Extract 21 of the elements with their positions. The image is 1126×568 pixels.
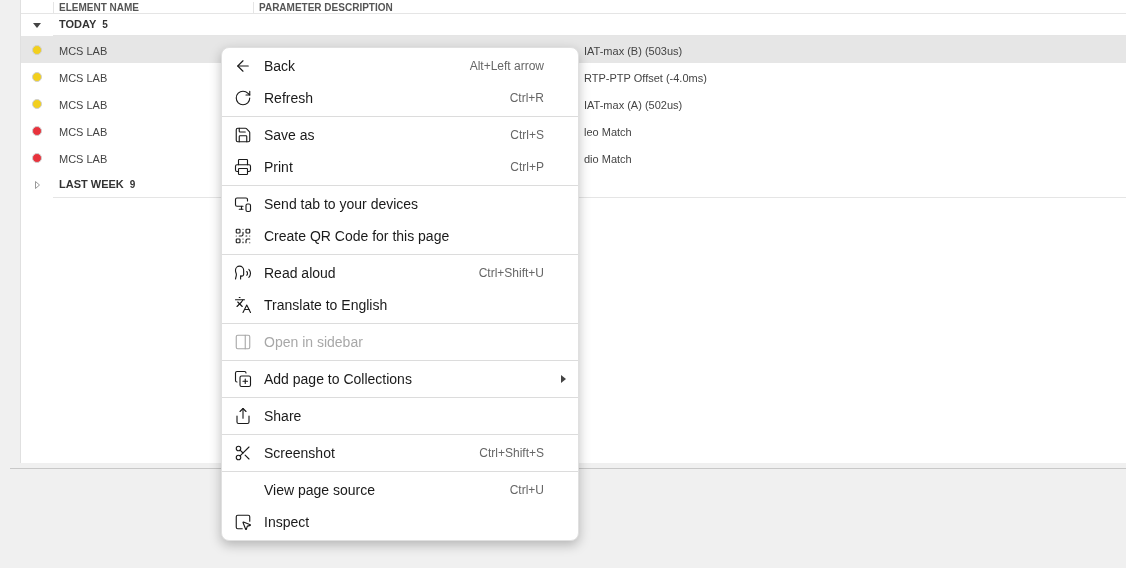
table-cell: MCS LAB <box>59 71 108 84</box>
table-cell: IAT-max (B) (503us) <box>584 44 683 57</box>
table-cell: MCS LAB <box>59 152 108 165</box>
shortcut-label: Ctrl+R <box>509 90 544 107</box>
table-cell: leo Match <box>584 125 632 138</box>
group-count: 5 <box>102 18 108 32</box>
shortcut-label: Ctrl+P <box>510 159 544 176</box>
shortcut-label: Ctrl+Shift+U <box>478 265 544 282</box>
shortcut-label: Alt+Left arrow <box>469 58 544 75</box>
shortcut-label: Ctrl+S <box>510 127 544 144</box>
table-cell: MCS LAB <box>59 44 108 57</box>
shortcut-label: Ctrl+U <box>509 482 544 499</box>
group-count: 9 <box>129 177 136 192</box>
table-cell: dio Match <box>584 152 632 165</box>
group-label: LAST WEEK <box>59 176 124 192</box>
shortcut-label: Ctrl+Shift+S <box>479 445 544 462</box>
group-label: TODAY <box>59 17 97 33</box>
table-cell: RTP-PTP Offset (-4.0ms) <box>584 71 707 84</box>
table-cell: MCS LAB <box>59 125 108 138</box>
table-cell: IAT-max (A) (502us) <box>584 98 683 111</box>
table-cell: MCS LAB <box>59 98 108 111</box>
